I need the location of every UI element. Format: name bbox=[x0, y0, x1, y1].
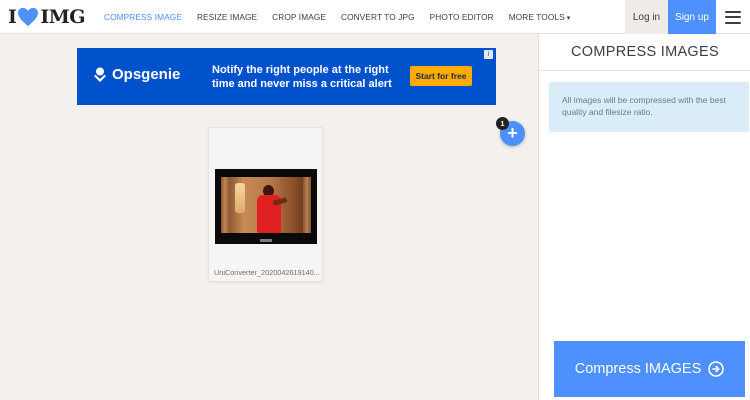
opsgenie-logo-icon bbox=[94, 67, 106, 82]
ad-brand: Opsgenie bbox=[93, 66, 180, 83]
ad-headline: Notify the right people at the right tim… bbox=[212, 64, 392, 90]
nav-more-tools[interactable]: MORE TOOLS ▾ bbox=[509, 12, 571, 22]
compress-button-label: Compress IMAGES bbox=[574, 361, 702, 377]
arrow-right-circle-icon bbox=[708, 361, 725, 377]
nav-more-tools-label: MORE TOOLS bbox=[508, 12, 565, 22]
caret-down-icon: ▾ bbox=[566, 15, 571, 22]
nav-photo-editor[interactable]: PHOTO EDITOR bbox=[430, 12, 494, 22]
thumbnail-image bbox=[221, 177, 311, 233]
file-thumbnail bbox=[215, 169, 317, 244]
file-card[interactable]: UniConverter_2020042619140... bbox=[208, 127, 323, 282]
top-navbar: I IMG COMPRESS IMAGE RESIZE IMAGE CROP I… bbox=[0, 0, 750, 34]
nav-convert-to-jpg[interactable]: CONVERT TO JPG bbox=[341, 12, 415, 22]
main-nav: COMPRESS IMAGE RESIZE IMAGE CROP IMAGE C… bbox=[104, 0, 585, 34]
menu-button[interactable] bbox=[716, 0, 750, 34]
sidebar-title: COMPRESS IMAGES bbox=[571, 44, 719, 60]
file-count-badge: 1 bbox=[496, 117, 509, 130]
compress-images-button[interactable]: Compress IMAGES bbox=[554, 341, 745, 397]
ad-brand-name: Opsgenie bbox=[112, 66, 181, 83]
sidebar-divider bbox=[539, 70, 750, 71]
signup-button[interactable]: Sign up bbox=[668, 0, 716, 34]
nav-compress-image[interactable]: COMPRESS IMAGE bbox=[104, 12, 182, 22]
logo-text-img: IMG bbox=[40, 6, 86, 28]
options-sidebar: COMPRESS IMAGES All images will be compr… bbox=[538, 34, 750, 400]
nav-crop-image[interactable]: CROP IMAGE bbox=[272, 12, 326, 22]
ad-banner[interactable]: Opsgenie Notify the right people at the … bbox=[77, 48, 496, 105]
info-message: All images will be compressed with the b… bbox=[549, 82, 749, 132]
ilovimg-logo[interactable]: I IMG bbox=[8, 6, 86, 28]
nav-resize-image[interactable]: RESIZE IMAGE bbox=[197, 12, 257, 22]
plus-icon: + bbox=[507, 123, 518, 143]
hamburger-icon bbox=[725, 10, 741, 24]
file-name: UniConverter_2020042619140... bbox=[214, 268, 320, 277]
logo-letter-i: I bbox=[8, 6, 17, 28]
heart-icon bbox=[18, 7, 39, 27]
login-button[interactable]: Log in bbox=[625, 0, 668, 34]
ad-info-icon[interactable]: i bbox=[484, 50, 493, 59]
ad-start-for-free-button[interactable]: Start for free bbox=[410, 66, 472, 86]
